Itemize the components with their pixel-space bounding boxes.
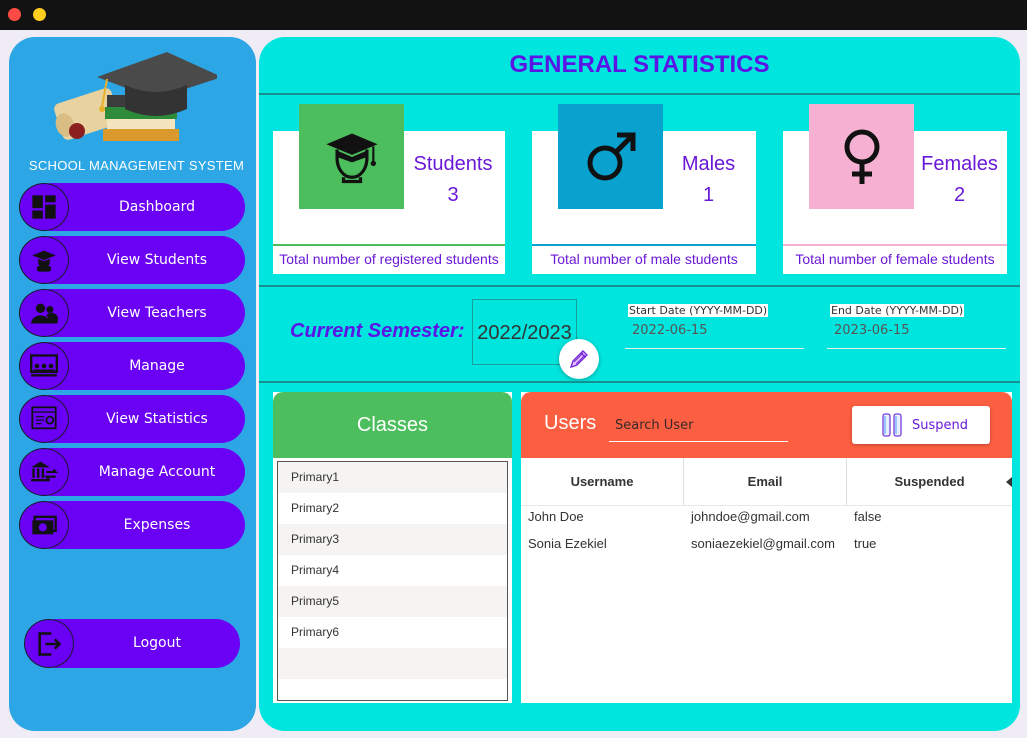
nav-view-statistics-label: View Statistics (106, 411, 208, 427)
user-username-cell[interactable]: Sonia Ezekiel (528, 536, 607, 551)
column-header-suspended[interactable]: Suspended (847, 458, 1012, 506)
nav-manage-classes[interactable]: Manage Classes/Subjects (19, 342, 245, 422)
classes-list[interactable]: Primary1 Primary2 Primary3 Primary4 Prim… (277, 461, 508, 701)
column-arrow-icon (1006, 477, 1012, 487)
user-email-cell[interactable]: soniaezekiel@gmail.com (691, 536, 835, 551)
user-username-cell[interactable]: John Doe (528, 509, 584, 524)
males-description: Total number of male students (532, 244, 756, 274)
edit-semester-button[interactable] (559, 339, 599, 379)
students-stat-card: Students 3 Total number of registered st… (273, 104, 505, 274)
nav-view-students-label: View Students (106, 252, 208, 268)
end-date-label: End Date (YYYY-MM-DD) (830, 304, 965, 317)
close-window-button[interactable] (8, 8, 21, 21)
divider (259, 381, 1020, 383)
classroom-icon (19, 342, 69, 390)
females-description: Total number of female students (783, 244, 1007, 274)
females-label: Females (921, 153, 998, 175)
end-date-field[interactable]: 2023-06-15 (834, 323, 910, 338)
start-date-field[interactable]: 2022-06-15 (632, 323, 708, 338)
students-label: Students (413, 153, 493, 175)
end-date-underline (827, 348, 1006, 349)
class-item[interactable]: Primary5 (278, 586, 507, 617)
nav-view-teachers-label: View Teachers (107, 305, 207, 321)
divider (259, 285, 1020, 287)
nav-manage-account-label: Manage Account (98, 464, 216, 480)
minimize-window-button[interactable] (33, 8, 46, 21)
start-date-underline (625, 348, 804, 349)
class-empty-row (278, 648, 507, 679)
logout-label: Logout (133, 635, 181, 651)
logout-icon (24, 619, 74, 668)
teachers-icon (19, 289, 69, 337)
nav-expenses-label: Expenses (123, 517, 191, 533)
main-panel: GENERAL STATISTICS Students 3 Total numb… (259, 37, 1020, 731)
class-item[interactable]: Primary4 (278, 555, 507, 586)
nav-dashboard[interactable]: Dashboard (19, 183, 245, 231)
males-count: 1 (702, 184, 715, 206)
nav-dashboard-label: Dashboard (119, 199, 195, 215)
nav-manage-account[interactable]: Manage Account (19, 448, 245, 496)
pause-icon (882, 413, 902, 437)
start-date-label: Start Date (YYYY-MM-DD) (628, 304, 769, 317)
sidebar: SCHOOL MANAGEMENT SYSTEM Dashboard View … (9, 37, 256, 731)
page-title: GENERAL STATISTICS (509, 51, 770, 78)
graduate-icon (19, 236, 69, 284)
users-header: Users Suspend (521, 392, 1012, 458)
female-symbol-icon (809, 104, 914, 209)
class-empty-row (278, 679, 507, 700)
males-label: Males (681, 153, 736, 175)
current-semester-label: Current Semester: (290, 320, 465, 342)
window-titlebar (0, 0, 1027, 30)
females-stat-card: Females 2 Total number of female student… (783, 104, 1007, 274)
nav-view-teachers[interactable]: View Teachers (19, 289, 245, 337)
classes-panel: Classes Primary1 Primary2 Primary3 Prima… (273, 392, 512, 703)
male-symbol-icon (558, 104, 663, 209)
class-item[interactable]: Primary1 (278, 462, 507, 493)
suspend-button[interactable]: Suspend (852, 406, 990, 444)
males-stat-card: Males 1 Total number of male students (532, 104, 756, 274)
class-item[interactable]: Primary2 (278, 493, 507, 524)
nav-view-students[interactable]: View Students (19, 236, 245, 284)
bank-icon (19, 448, 69, 496)
graduation-cap-icon (299, 104, 404, 209)
logout-button[interactable]: Logout (24, 619, 240, 668)
users-title: Users (544, 412, 597, 434)
users-panel: Users Suspend Username Email Suspended J… (521, 392, 1012, 703)
user-email-cell[interactable]: johndoe@gmail.com (691, 509, 810, 524)
search-user-input[interactable] (609, 410, 788, 442)
students-description: Total number of registered students (273, 244, 505, 274)
dashboard-icon (19, 183, 69, 231)
nav-view-statistics[interactable]: View Statistics (19, 395, 245, 443)
column-header-username[interactable]: Username (521, 458, 684, 506)
pencil-icon (569, 350, 588, 369)
classes-header: Classes (273, 392, 512, 458)
user-suspended-cell[interactable]: true (854, 536, 876, 551)
system-title: SCHOOL MANAGEMENT SYSTEM (28, 158, 245, 173)
school-logo (54, 52, 217, 141)
table-header-divider (521, 505, 1012, 506)
divider (259, 93, 1020, 95)
class-item[interactable]: Primary3 (278, 524, 507, 555)
money-icon (19, 501, 69, 549)
class-item[interactable]: Primary6 (278, 617, 507, 648)
column-header-email[interactable]: Email (684, 458, 847, 506)
suspend-label: Suspend (912, 417, 969, 433)
statistics-icon (19, 395, 69, 443)
user-suspended-cell[interactable]: false (854, 509, 881, 524)
nav-expenses[interactable]: Expenses (19, 501, 245, 549)
students-count: 3 (447, 184, 459, 206)
females-count: 2 (953, 184, 966, 206)
nav-manage-classes-label: Manage Classes/Subjects (98, 358, 215, 422)
